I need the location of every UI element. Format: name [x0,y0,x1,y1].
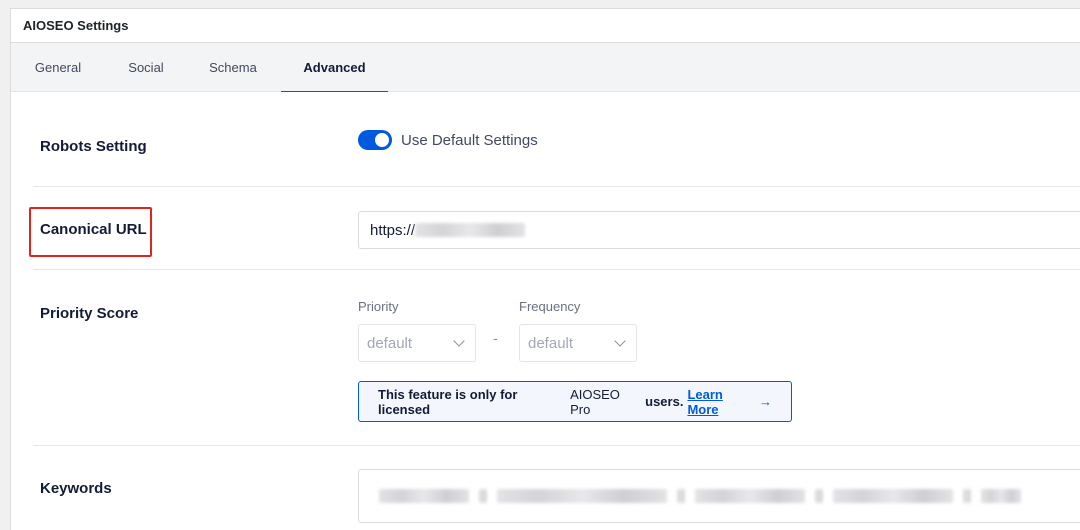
redacted-keyword [815,489,823,503]
redacted-keyword [963,489,971,503]
notice-text-mid: AIOSEO Pro [570,386,620,417]
canonical-url-value: https:// [370,221,416,239]
notice-text-post: users. [645,394,684,409]
learn-more-link[interactable]: Learn More [687,387,755,417]
chevron-down-icon [614,335,626,347]
priority-select[interactable]: default [358,324,476,362]
redacted-keyword [981,489,1021,503]
redacted-url [415,223,526,237]
notice-text-pre: This feature is only for licensed [378,386,518,417]
canonical-url-input[interactable]: https:// [358,211,1080,249]
frequency-select-value: default [528,334,574,352]
priority-caption: Priority [358,299,399,314]
divider [33,269,1080,270]
toggle-knob [375,133,389,147]
redacted-keyword [379,489,469,503]
pro-feature-notice: This feature is only for licensed AIOSEO… [358,381,792,422]
redacted-keyword [497,489,667,503]
tab-general[interactable]: General [11,43,105,92]
chevron-down-icon [453,335,465,347]
robots-setting-label: Robots Setting [40,138,147,155]
frequency-select[interactable]: default [519,324,637,362]
arrow-right-icon: → [759,394,772,409]
tab-social[interactable]: Social [105,43,187,92]
frequency-caption: Frequency [519,299,581,314]
use-default-settings-label: Use Default Settings [401,132,538,149]
panel-header: AIOSEO Settings [11,9,1080,43]
canonical-url-label: Canonical URL [40,221,147,238]
aioseo-settings-panel: AIOSEO Settings General Social Schema Ad… [10,8,1080,530]
priority-score-label: Priority Score [40,305,139,322]
redacted-keyword [677,489,685,503]
priority-separator: - [493,330,498,346]
priority-select-value: default [367,334,413,352]
tab-advanced[interactable]: Advanced [281,43,388,93]
panel-title: AIOSEO Settings [23,18,129,33]
settings-tabs: General Social Schema Advanced [11,43,1080,93]
redacted-keyword [479,489,487,503]
keywords-label: Keywords [40,480,112,497]
redacted-keyword [833,489,953,503]
divider [33,186,1080,187]
redacted-keyword [695,489,805,503]
divider [33,445,1080,446]
use-default-settings-toggle[interactable] [358,130,392,150]
advanced-settings-content: Robots Setting Use Default Settings Cano… [11,92,1080,530]
tab-schema[interactable]: Schema [187,43,279,92]
keywords-input[interactable] [358,469,1080,523]
